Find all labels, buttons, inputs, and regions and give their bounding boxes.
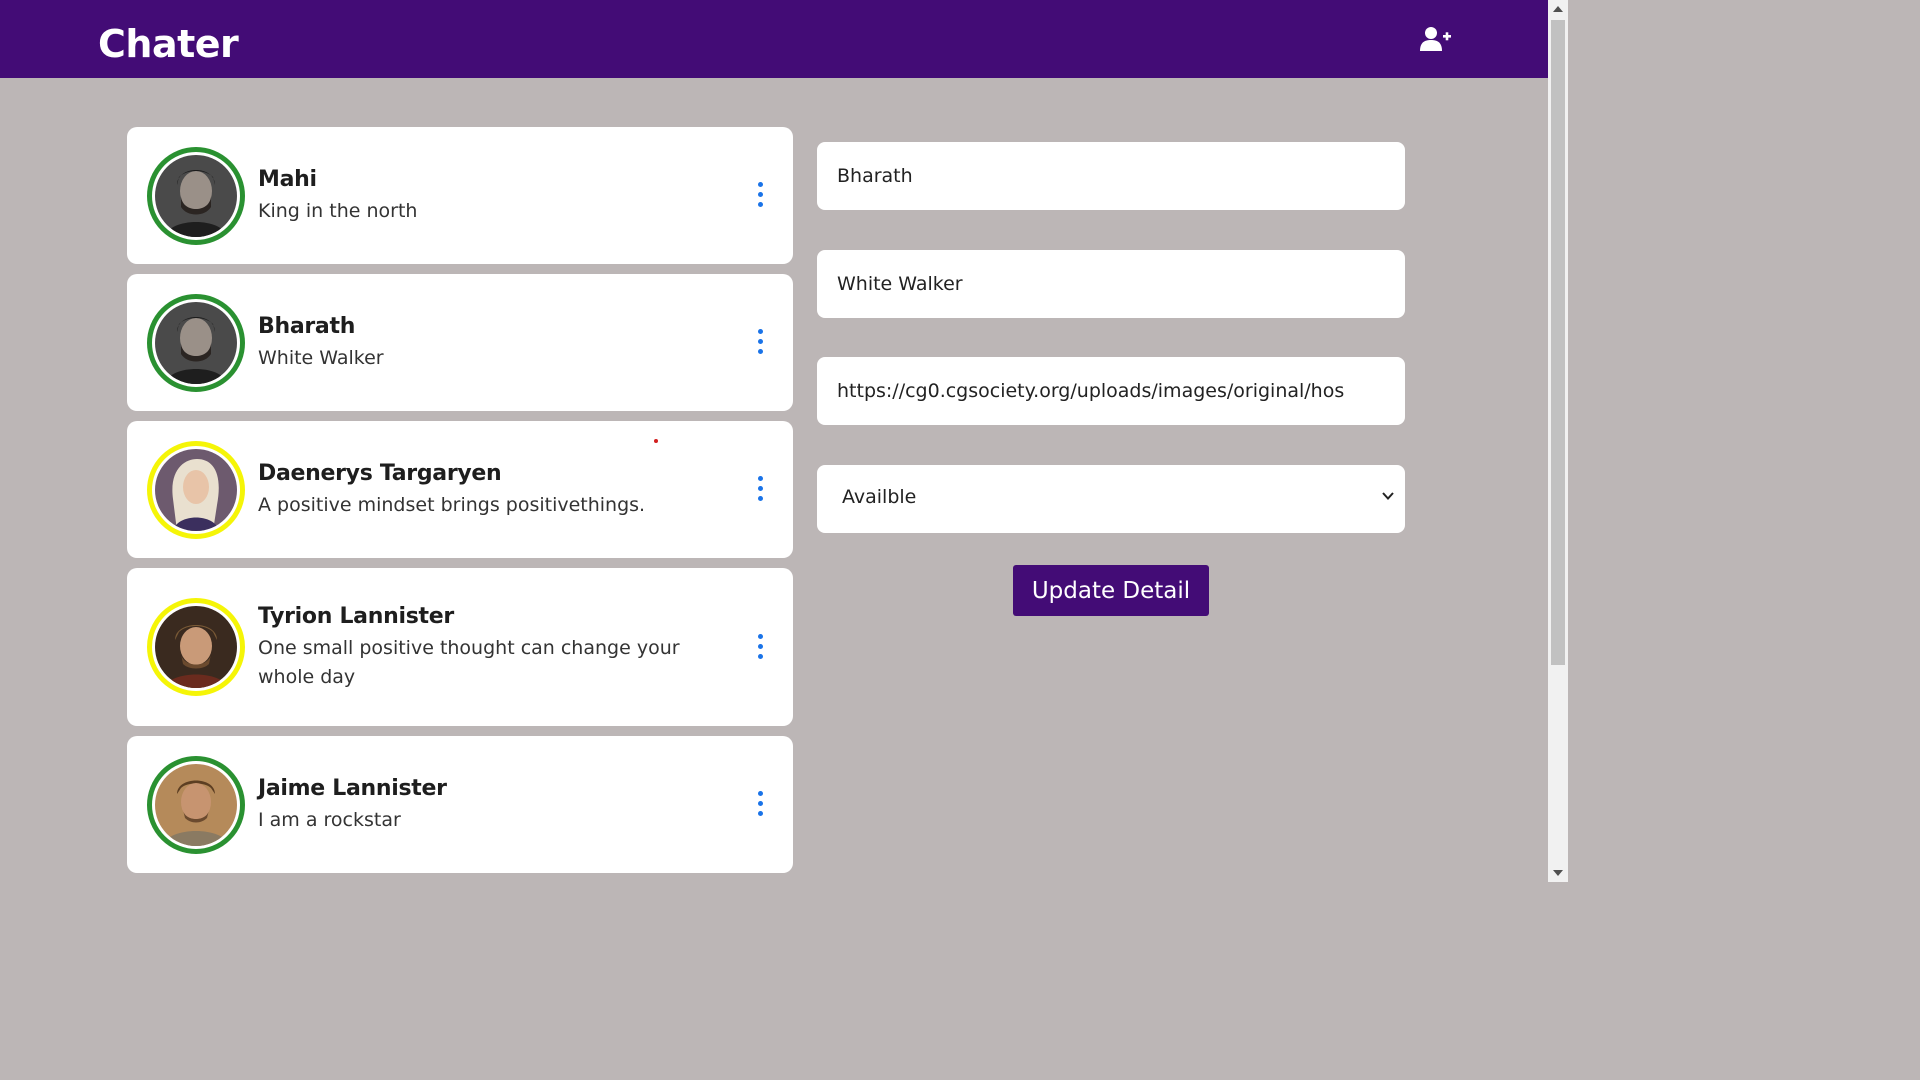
contact-name: Mahi (258, 167, 317, 192)
status-input[interactable] (817, 250, 1405, 318)
contact-status: King in the north (258, 200, 418, 222)
scroll-up-arrow-icon[interactable] (1553, 6, 1563, 12)
availability-selected-value: Availble (842, 486, 917, 508)
update-detail-button[interactable]: Update Detail (1013, 565, 1209, 616)
contact-name: Bharath (258, 314, 356, 339)
avatar (147, 756, 245, 854)
contact-name: Jaime Lannister (258, 776, 447, 801)
image-url-input[interactable] (817, 357, 1405, 425)
avatar-image (155, 449, 237, 531)
stray-dot (654, 439, 658, 443)
chevron-down-icon (1382, 492, 1394, 500)
avatar-image (155, 606, 237, 688)
avatar (147, 294, 245, 392)
avatar (147, 147, 245, 245)
contact-status: I am a rockstar (258, 809, 401, 831)
avatar (147, 598, 245, 696)
more-options-icon[interactable] (755, 791, 765, 817)
availability-select[interactable]: Availble (817, 465, 1405, 533)
contact-status: A positive mindset brings positivethings… (258, 494, 646, 516)
app-header: Chater (0, 0, 1548, 78)
page-scrollbar[interactable] (1548, 0, 1568, 882)
more-options-icon[interactable] (755, 476, 765, 502)
contact-card-daenerys[interactable]: Daenerys Targaryen A positive mindset br… (127, 421, 793, 558)
add-user-icon[interactable] (1420, 26, 1452, 52)
brand-logo[interactable]: Chater (98, 22, 239, 66)
scrollbar-thumb[interactable] (1551, 20, 1565, 665)
contact-status: White Walker (258, 347, 384, 369)
contact-card-jaime[interactable]: Jaime Lannister I am a rockstar (127, 736, 793, 873)
contact-card-mahi[interactable]: Mahi King in the north (127, 127, 793, 264)
contact-card-bharath[interactable]: Bharath White Walker (127, 274, 793, 411)
avatar-image (155, 764, 237, 846)
scroll-down-arrow-icon[interactable] (1553, 870, 1563, 876)
avatar-image (155, 302, 237, 384)
contact-name: Tyrion Lannister (258, 604, 454, 629)
contact-status: One small positive thought can change yo… (258, 637, 680, 688)
avatar (147, 441, 245, 539)
contact-name: Daenerys Targaryen (258, 461, 502, 486)
more-options-icon[interactable] (755, 182, 765, 208)
avatar-image (155, 155, 237, 237)
contact-card-tyrion[interactable]: Tyrion Lannister One small positive thou… (127, 568, 793, 726)
more-options-icon[interactable] (755, 634, 765, 660)
more-options-icon[interactable] (755, 329, 765, 355)
name-input[interactable] (817, 142, 1405, 210)
